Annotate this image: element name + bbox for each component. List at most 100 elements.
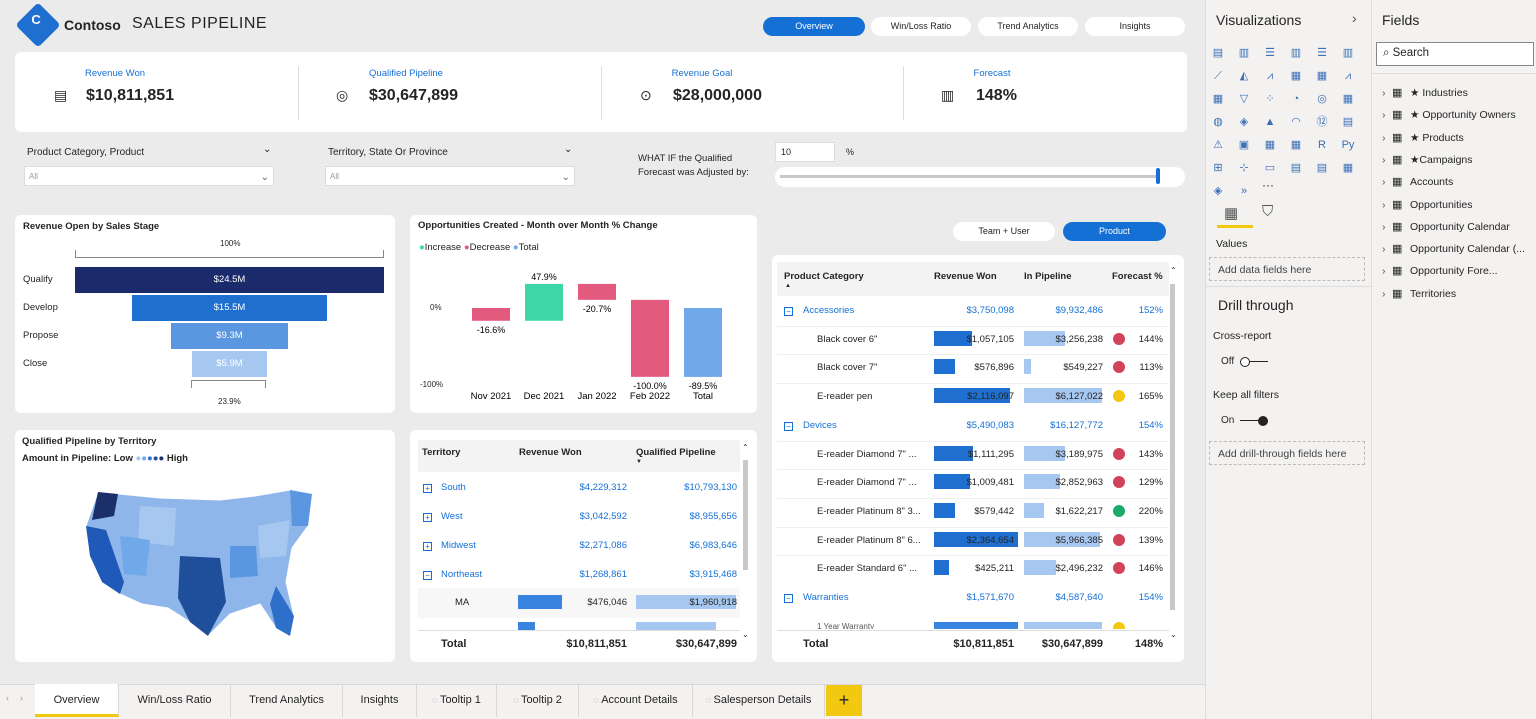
- chevron-down-icon[interactable]: ⌄: [564, 144, 572, 155]
- expand-chevron-icon[interactable]: ›: [1382, 154, 1386, 166]
- funnel-bar[interactable]: $15.5M: [132, 295, 327, 321]
- product-scrollbar[interactable]: [1170, 284, 1175, 610]
- visual-type-icon[interactable]: ◎: [1314, 92, 1330, 106]
- visual-type-icon[interactable]: R: [1314, 138, 1330, 152]
- expand-chevron-icon[interactable]: ›: [1382, 199, 1386, 211]
- revenue-won-col-header[interactable]: Revenue Won: [519, 447, 582, 458]
- expand-chevron-icon[interactable]: ›: [1382, 265, 1386, 277]
- funnel-bar[interactable]: $24.5M: [75, 267, 384, 293]
- product-row-name[interactable]: Black cover 6": [817, 334, 877, 345]
- fields-search-input[interactable]: ⌕ Search: [1376, 42, 1534, 66]
- product-row-name[interactable]: Black cover 7": [817, 362, 877, 373]
- expand-chevron-icon[interactable]: ›: [1382, 176, 1386, 188]
- tab-tooltip-1[interactable]: ◌ Tooltip 1: [417, 684, 497, 717]
- territory-row-name[interactable]: Northeast: [441, 569, 482, 580]
- visual-type-icon[interactable]: ▤: [1288, 161, 1304, 175]
- visual-type-icon[interactable]: ☰: [1314, 46, 1330, 60]
- waterfall-bar[interactable]: [631, 300, 669, 377]
- tab-trend-analytics[interactable]: Trend Analytics: [231, 684, 343, 717]
- waterfall-bar[interactable]: [472, 308, 510, 321]
- visual-type-icon[interactable]: ▦: [1288, 138, 1304, 152]
- add-page-button[interactable]: +: [826, 685, 862, 716]
- product-group-name[interactable]: Devices: [803, 420, 837, 431]
- field-table-item[interactable]: Opportunity Calendar (...: [1410, 243, 1525, 255]
- field-table-item[interactable]: Accounts: [1410, 176, 1453, 188]
- toggle-team-user[interactable]: Team + User: [953, 222, 1055, 241]
- tab-insights[interactable]: Insights: [343, 684, 417, 717]
- visual-type-icon[interactable]: ◈: [1210, 184, 1226, 198]
- expand-icon[interactable]: +: [423, 484, 432, 493]
- visual-type-icon[interactable]: ☰: [1262, 46, 1278, 60]
- expand-chevron-icon[interactable]: ›: [1382, 221, 1386, 233]
- add-data-fields-well[interactable]: Add data fields here: [1209, 257, 1365, 281]
- in-pipeline-col-header[interactable]: In Pipeline: [1024, 271, 1072, 282]
- tab-salesperson-details[interactable]: ◌ Salesperson Details: [693, 684, 825, 717]
- visual-type-icon[interactable]: ◭: [1236, 69, 1252, 83]
- territory-row-name[interactable]: West: [441, 511, 462, 522]
- expand-chevron-icon[interactable]: ›: [1382, 288, 1386, 300]
- collapse-icon[interactable]: −: [423, 571, 432, 580]
- field-table-item[interactable]: Opportunities: [1410, 199, 1472, 211]
- expand-chevron-icon[interactable]: ›: [1382, 109, 1386, 121]
- product-row-name[interactable]: E-reader Platinum 8" 3...: [817, 506, 921, 517]
- visual-type-icon[interactable]: Py: [1340, 138, 1356, 152]
- chevron-down-icon[interactable]: ⌄: [263, 144, 271, 155]
- visual-type-icon[interactable]: ⁘: [1262, 92, 1278, 106]
- scroll-down-icon[interactable]: ⌄: [1170, 630, 1177, 639]
- tab-scroll-left-icon[interactable]: ‹: [6, 693, 9, 703]
- field-table-item[interactable]: Opportunity Calendar: [1410, 221, 1510, 233]
- expand-chevron-icon[interactable]: ›: [1382, 87, 1386, 99]
- visual-type-icon[interactable]: ⟋: [1210, 69, 1226, 83]
- funnel-bar[interactable]: $5.9M: [192, 351, 266, 377]
- cross-report-toggle[interactable]: [1240, 357, 1268, 367]
- territory-scrollbar[interactable]: [743, 460, 748, 570]
- visual-type-icon[interactable]: ▽: [1236, 92, 1252, 106]
- product-group-name[interactable]: Accessories: [803, 305, 854, 316]
- visual-type-icon[interactable]: ▤: [1210, 46, 1226, 60]
- visual-type-icon[interactable]: ◔: [1288, 92, 1304, 106]
- visual-type-icon[interactable]: ◠: [1288, 115, 1304, 129]
- toggle-product[interactable]: Product: [1063, 222, 1166, 241]
- us-territory-map[interactable]: [80, 486, 320, 648]
- product-row-name[interactable]: E-reader Platinum 8" 6...: [817, 535, 921, 546]
- visual-type-icon[interactable]: ▤: [1340, 115, 1356, 129]
- funnel-bar[interactable]: $9.3M: [171, 323, 288, 349]
- nav-overview[interactable]: Overview: [763, 17, 865, 36]
- product-group-name[interactable]: Warranties: [803, 592, 849, 603]
- expand-chevron-icon[interactable]: ›: [1382, 132, 1386, 144]
- visual-type-icon[interactable]: ▥: [1340, 46, 1356, 60]
- visual-type-icon[interactable]: ▦: [1340, 92, 1356, 106]
- product-row-name[interactable]: E-reader pen: [817, 391, 872, 402]
- scroll-up-icon[interactable]: ⌃: [1170, 266, 1177, 275]
- territory-row-name[interactable]: South: [441, 482, 466, 493]
- tab-tooltip-2[interactable]: ◌ Tooltip 2: [497, 684, 579, 717]
- whatif-value-input[interactable]: 10: [775, 142, 835, 162]
- waterfall-bar[interactable]: [578, 284, 616, 300]
- keep-filters-toggle[interactable]: [1240, 416, 1268, 426]
- collapse-icon[interactable]: −: [784, 307, 793, 316]
- visual-type-icon[interactable]: ⊞: [1210, 161, 1226, 175]
- waterfall-bar[interactable]: [525, 284, 563, 321]
- territory-col-header[interactable]: Territory: [422, 447, 460, 458]
- waterfall-bar[interactable]: [684, 308, 722, 377]
- visual-type-icon[interactable]: ◍: [1210, 115, 1226, 129]
- visual-type-icon[interactable]: ⩘: [1340, 69, 1356, 83]
- visual-type-icon[interactable]: ⑫: [1314, 115, 1330, 129]
- visual-type-icon[interactable]: ▦: [1210, 92, 1226, 106]
- field-table-item[interactable]: ★ Opportunity Owners: [1410, 109, 1516, 121]
- product-row-name[interactable]: E-reader Standard 6" ...: [817, 563, 917, 574]
- tab-overview[interactable]: Overview: [35, 684, 119, 717]
- revenue-won-col-header[interactable]: Revenue Won: [934, 271, 997, 282]
- nav-winloss[interactable]: Win/Loss Ratio: [871, 17, 971, 36]
- visual-type-icon[interactable]: ▤: [1314, 161, 1330, 175]
- whatif-slider-handle[interactable]: [1156, 168, 1160, 184]
- visual-type-icon[interactable]: »: [1236, 184, 1252, 198]
- expand-chevron-icon[interactable]: ›: [1382, 243, 1386, 255]
- visual-type-icon[interactable]: ▣: [1236, 138, 1252, 152]
- field-table-item[interactable]: Territories: [1410, 288, 1456, 300]
- product-slicer-dropdown[interactable]: All⌄: [24, 166, 274, 186]
- tab-account-details[interactable]: ◌ Account Details: [579, 684, 693, 717]
- product-row-name[interactable]: E-reader Diamond 7" ...: [817, 477, 916, 488]
- visual-type-icon[interactable]: ⊹: [1236, 161, 1252, 175]
- format-paint-roller-icon[interactable]: ⛉: [1262, 203, 1273, 220]
